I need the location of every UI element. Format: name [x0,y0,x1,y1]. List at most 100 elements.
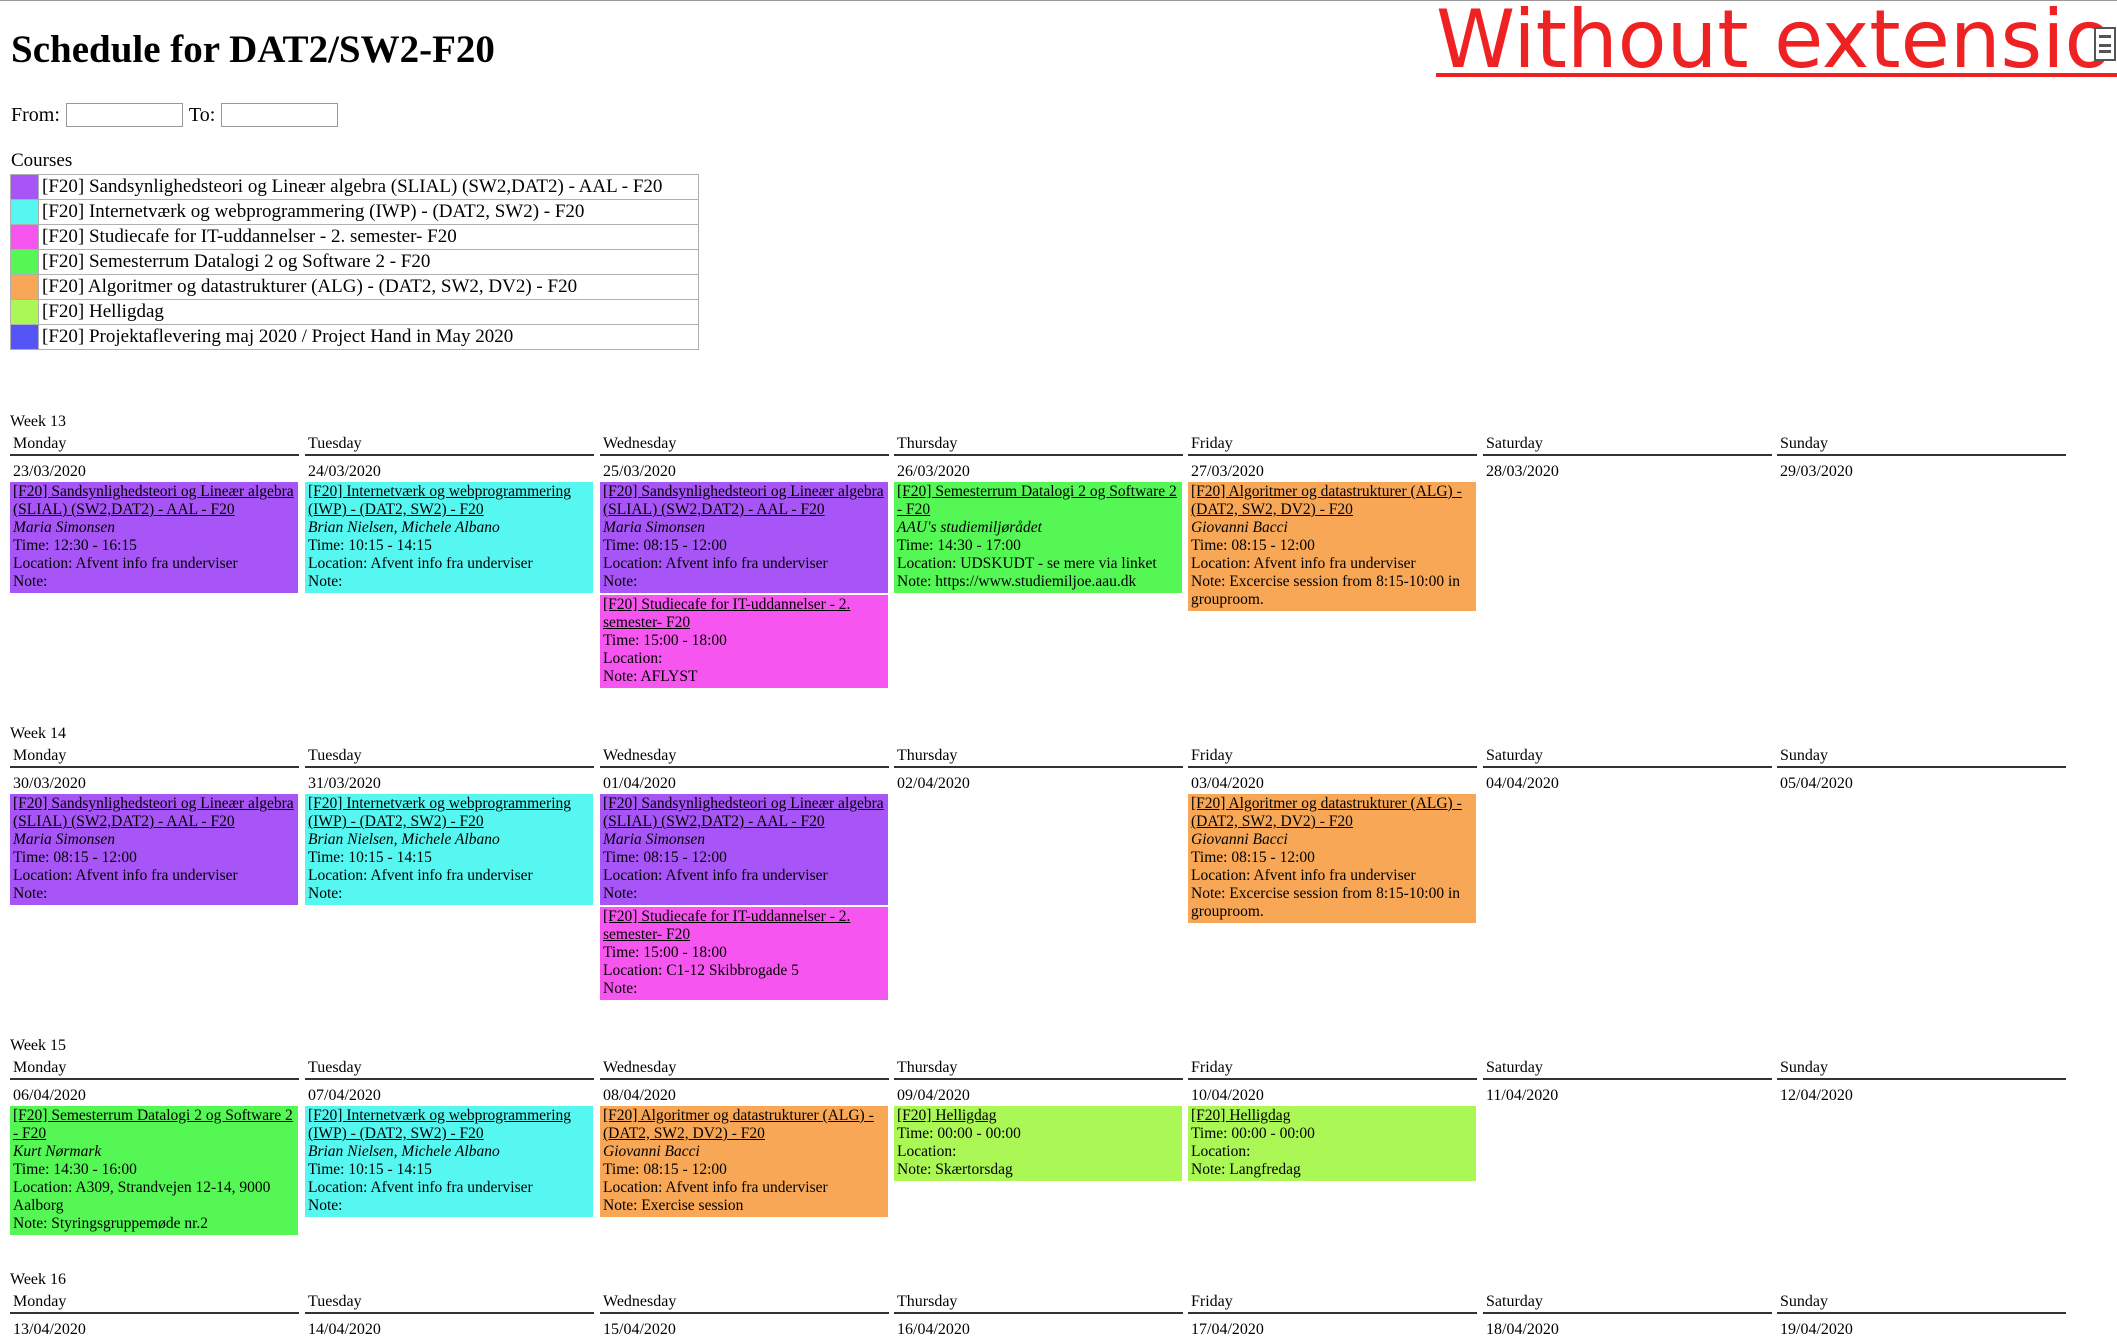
event-card[interactable]: [F20] Sandsynlighedsteori og Lineær alge… [600,794,888,905]
day-name: Tuesday [305,1292,594,1314]
page-title: Schedule for DAT2/SW2-F20 [11,28,495,71]
event-title-link[interactable]: [F20] Algoritmer og datastrukturer (ALG)… [1191,483,1473,519]
course-color-swatch [10,299,39,325]
day-column: Monday 23/03/2020 [F20] Sandsynlighedsteor… [10,434,299,595]
day-column: Sunday 05/04/2020 [1777,746,2066,794]
day-date: 12/04/2020 [1780,1087,1853,1104]
day-name: Sunday [1777,1292,2066,1314]
event-card[interactable]: [F20] Internetværk og webprogrammering (… [305,482,593,593]
day-date: 17/04/2020 [1191,1321,1264,1338]
event-card[interactable]: [F20] Internetværk og webprogrammering (… [305,794,593,905]
event-card[interactable]: [F20] Semesterrum Datalogi 2 og Software… [894,482,1182,593]
event-time: Time: 08:15 - 12:00 [1191,849,1315,866]
day-date: 28/03/2020 [1486,463,1559,480]
day-column: Thursday 02/04/2020 [894,746,1183,794]
event-note: Note: [308,1197,343,1214]
day-date: 03/04/2020 [1191,775,1264,792]
course-name: [F20] Internetværk og webprogrammering (… [38,199,699,225]
event-time: Time: 00:00 - 00:00 [1191,1125,1315,1142]
event-title-link[interactable]: [F20] Internetværk og webprogrammering (… [308,795,590,831]
course-row: [F20] Studiecafe for IT-uddannelser - 2.… [10,224,699,250]
event-title-link[interactable]: [F20] Studiecafe for IT-uddannelser - 2.… [603,908,885,944]
course-color-swatch [10,324,39,350]
event-card[interactable]: [F20] Studiecafe for IT-uddannelser - 2.… [600,907,888,1000]
day-name: Saturday [1483,1292,1772,1314]
event-teacher: Kurt Nørmark [13,1143,102,1160]
week-label: Week 15 [10,1037,67,1054]
event-card[interactable]: [F20] Algoritmer og datastrukturer (ALG)… [1188,794,1476,923]
event-title-link[interactable]: [F20] Internetværk og webprogrammering (… [308,1107,590,1143]
event-title-link[interactable]: [F20] Semesterrum Datalogi 2 og Software… [897,483,1179,519]
event-title-link[interactable]: [F20] Sandsynlighedsteori og Lineær alge… [603,483,885,519]
event-card[interactable]: [F20] Studiecafe for IT-uddannelser - 2.… [600,595,888,688]
event-title-link[interactable]: [F20] Semesterrum Datalogi 2 og Software… [13,1107,295,1143]
event-title-link[interactable]: [F20] Sandsynlighedsteori og Lineær alge… [13,795,295,831]
day-column: Friday 03/04/2020 [F20] Algoritmer og data… [1188,746,1477,925]
day-column: Saturday 28/03/2020 [1483,434,1772,482]
day-column: Sunday 19/04/2020 [1777,1292,2066,1340]
day-column: Sunday 29/03/2020 [1777,434,2066,482]
event-title-link[interactable]: [F20] Helligdag [897,1107,1179,1125]
event-title-link[interactable]: [F20] Algoritmer og datastrukturer (ALG)… [603,1107,885,1143]
day-name: Wednesday [600,434,889,456]
event-time: Time: 08:15 - 12:00 [603,849,727,866]
course-color-swatch [10,274,39,300]
course-color-swatch [10,174,39,200]
day-column: Thursday 16/04/2020 [894,1292,1183,1340]
event-card[interactable]: [F20] Internetværk og webprogrammering (… [305,1106,593,1217]
course-color-swatch [10,224,39,250]
course-row: [F20] Internetværk og webprogrammering (… [10,199,699,225]
day-date: 13/04/2020 [13,1321,86,1338]
day-column: Wednesday 08/04/2020 [F20] Algoritmer og d… [600,1058,889,1219]
event-time: Time: 10:15 - 14:15 [308,1161,432,1178]
day-name: Wednesday [600,746,889,768]
event-card[interactable]: [F20] Algoritmer og datastrukturer (ALG)… [600,1106,888,1217]
day-date: 16/04/2020 [897,1321,970,1338]
day-date: 15/04/2020 [603,1321,676,1338]
event-card[interactable]: [F20] Sandsynlighedsteori og Lineær alge… [10,482,298,593]
day-date: 06/04/2020 [13,1087,86,1104]
day-column: Saturday 18/04/2020 [1483,1292,1772,1340]
day-column: Thursday 09/04/2020 [F20] Helligdag Time: 0… [894,1058,1183,1183]
event-title-link[interactable]: [F20] Studiecafe for IT-uddannelser - 2.… [603,596,885,632]
event-title-link[interactable]: [F20] Internetværk og webprogrammering (… [308,483,590,519]
event-time: Time: 14:30 - 17:00 [897,537,1021,554]
event-time: Time: 15:00 - 18:00 [603,944,727,961]
day-name: Sunday [1777,1058,2066,1080]
extension-menu-icon[interactable] [2094,27,2116,61]
event-card[interactable]: [F20] Sandsynlighedsteori og Lineær alge… [600,482,888,593]
event-title-link[interactable]: [F20] Sandsynlighedsteori og Lineær alge… [13,483,295,519]
event-time: Time: 12:30 - 16:15 [13,537,137,554]
day-column: Tuesday 31/03/2020 [F20] Internetværk og w… [305,746,594,907]
event-title-link[interactable]: [F20] Sandsynlighedsteori og Lineær alge… [603,795,885,831]
event-note: Note: [308,573,343,590]
event-note: Note: [13,573,48,590]
day-date: 27/03/2020 [1191,463,1264,480]
event-note: Note: Skærtorsdag [897,1161,1013,1178]
event-title-link[interactable]: [F20] Algoritmer og datastrukturer (ALG)… [1191,795,1473,831]
event-teacher: AAU's studiemiljørådet [897,519,1042,536]
event-teacher: Brian Nielsen, Michele Albano [308,1143,500,1160]
from-date-input[interactable] [65,103,183,127]
event-note: Note: Excercise session from 8:15-10:00 … [1191,573,1461,608]
day-name: Wednesday [600,1058,889,1080]
event-card[interactable]: [F20] Algoritmer og datastrukturer (ALG)… [1188,482,1476,611]
event-time: Time: 14:30 - 16:00 [13,1161,137,1178]
day-date: 11/04/2020 [1486,1087,1559,1104]
event-card[interactable]: [F20] Helligdag Time: 00:00 - 00:00 Locati… [894,1106,1182,1181]
day-column: Friday 10/04/2020 [F20] Helligdag Time: 00:… [1188,1058,1477,1183]
day-date: 30/03/2020 [13,775,86,792]
to-date-input[interactable] [221,103,339,127]
day-column: Tuesday 07/04/2020 [F20] Internetværk og w… [305,1058,594,1219]
day-date: 09/04/2020 [897,1087,970,1104]
day-name: Friday [1188,1292,1477,1314]
day-column: Wednesday 01/04/2020 [F20] Sandsynlighedst… [600,746,889,1002]
event-note: Note: [13,885,48,902]
event-card[interactable]: [F20] Semesterrum Datalogi 2 og Software… [10,1106,298,1235]
event-title-link[interactable]: [F20] Helligdag [1191,1107,1473,1125]
event-teacher: Maria Simonsen [13,831,116,848]
event-card[interactable]: [F20] Sandsynlighedsteori og Lineær alge… [10,794,298,905]
day-date: 05/04/2020 [1780,775,1853,792]
event-location: Location: [1191,1143,1251,1160]
event-card[interactable]: [F20] Helligdag Time: 00:00 - 00:00 Locati… [1188,1106,1476,1181]
